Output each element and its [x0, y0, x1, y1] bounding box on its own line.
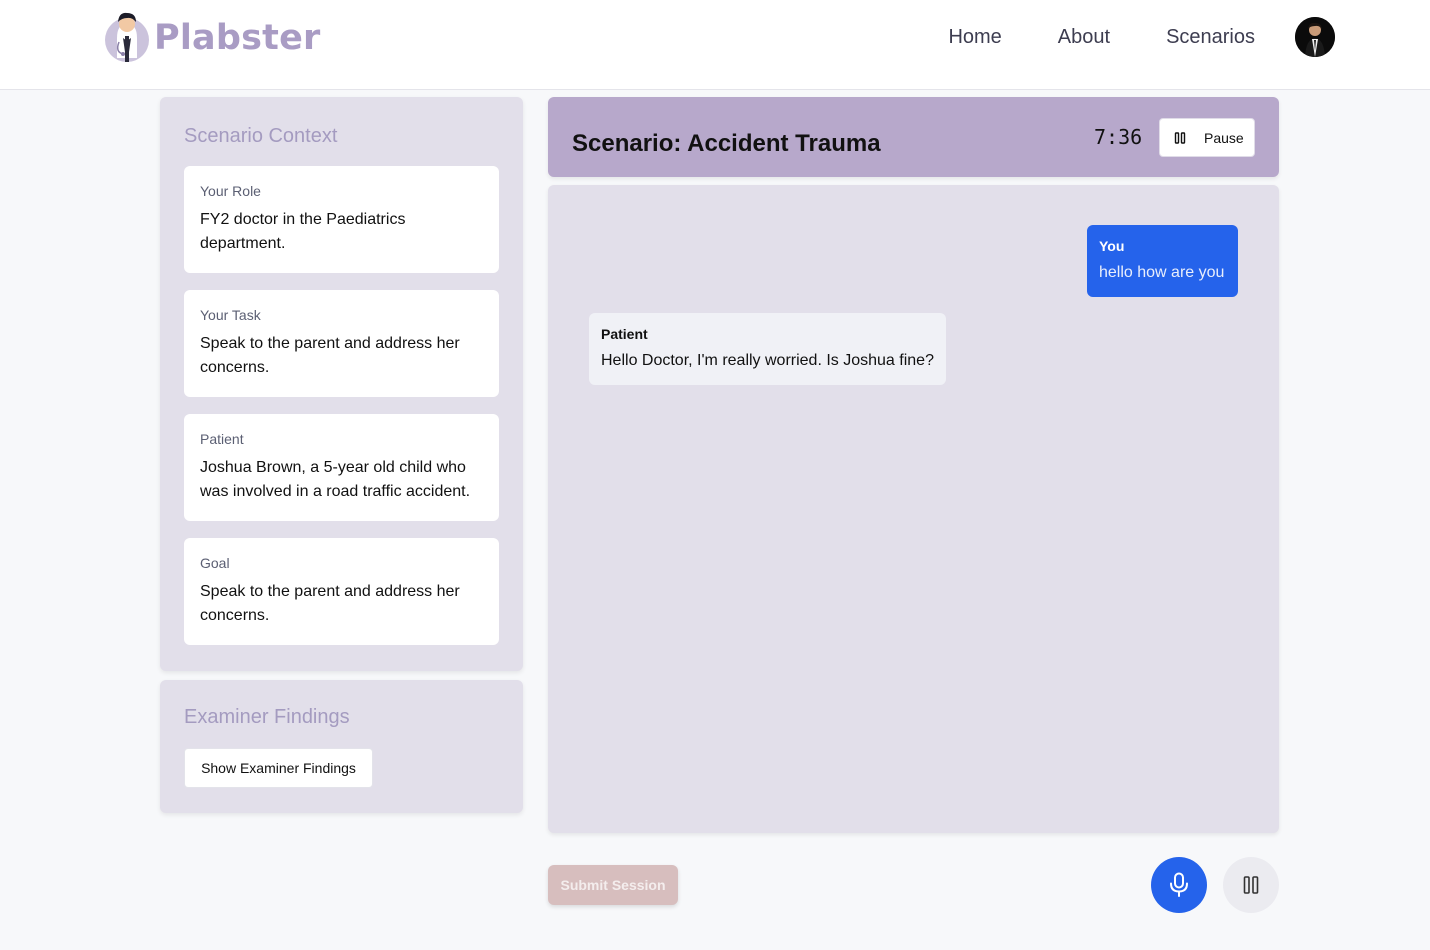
message-text: Hello Doctor, I'm really worried. Is Jos…: [601, 352, 934, 369]
context-card-value: Joshua Brown, a 5-year old child who was…: [200, 459, 471, 500]
context-card-value: Speak to the parent and address her conc…: [200, 583, 460, 624]
submit-session-button[interactable]: Submit Session: [548, 865, 678, 905]
scenario-title: Scenario: Accident Trauma: [572, 130, 881, 157]
context-card-label: Goal: [200, 555, 230, 571]
pause-icon: [1174, 131, 1186, 144]
brand[interactable]: Plabster: [103, 8, 320, 64]
scenario-context-title: Scenario Context: [184, 125, 338, 147]
context-card-role: Your Role FY2 doctor in the Paediatrics …: [184, 166, 499, 273]
doctor-mascot-icon: [105, 12, 149, 62]
context-card-value: Speak to the parent and address her conc…: [200, 335, 460, 376]
show-examiner-findings-button[interactable]: Show Examiner Findings: [184, 748, 373, 788]
profile-photo-icon: [1295, 17, 1335, 57]
scenario-context-panel: Scenario Context Your Role FY2 doctor in…: [160, 97, 523, 671]
pause-icon: [1243, 876, 1259, 894]
context-card-goal: Goal Speak to the parent and address her…: [184, 538, 499, 645]
context-card-label: Patient: [200, 431, 244, 447]
session-timer: 7:36: [1094, 125, 1143, 149]
nav-home-link[interactable]: Home: [948, 24, 1001, 50]
message-sender: Patient: [601, 326, 648, 342]
microphone-icon: [1170, 872, 1188, 897]
brand-name: Plabster: [154, 18, 321, 58]
nav-scenarios-link[interactable]: Scenarios: [1166, 24, 1255, 50]
examiner-findings-panel: Examiner Findings Show Examiner Findings: [160, 680, 523, 813]
scenario-header: Scenario: Accident Trauma 7:36 Pause: [548, 97, 1279, 177]
context-card-label: Your Role: [200, 183, 261, 199]
context-card-label: Your Task: [200, 307, 261, 323]
pause-button[interactable]: Pause: [1159, 118, 1255, 157]
examiner-findings-title: Examiner Findings: [184, 706, 350, 728]
microphone-button[interactable]: [1151, 857, 1207, 913]
chat-message-patient: Patient Hello Doctor, I'm really worried…: [589, 313, 946, 385]
user-avatar[interactable]: [1295, 17, 1335, 57]
pause-button-label: Pause: [1204, 129, 1244, 146]
main-nav: Home About Scenarios: [948, 24, 1255, 50]
context-card-task: Your Task Speak to the parent and addres…: [184, 290, 499, 397]
context-card-value: FY2 doctor in the Paediatrics department…: [200, 211, 406, 252]
message-text: hello how are you: [1099, 264, 1225, 281]
chat-message-user: You hello how are you: [1087, 225, 1238, 297]
pause-recording-button[interactable]: [1223, 857, 1279, 913]
chat-transcript[interactable]: You hello how are you Patient Hello Doct…: [548, 185, 1279, 833]
context-card-patient: Patient Joshua Brown, a 5-year old child…: [184, 414, 499, 521]
top-navbar: Plabster Home About Scenarios: [0, 0, 1430, 90]
message-sender: You: [1099, 238, 1125, 254]
nav-about-link[interactable]: About: [1058, 24, 1110, 50]
